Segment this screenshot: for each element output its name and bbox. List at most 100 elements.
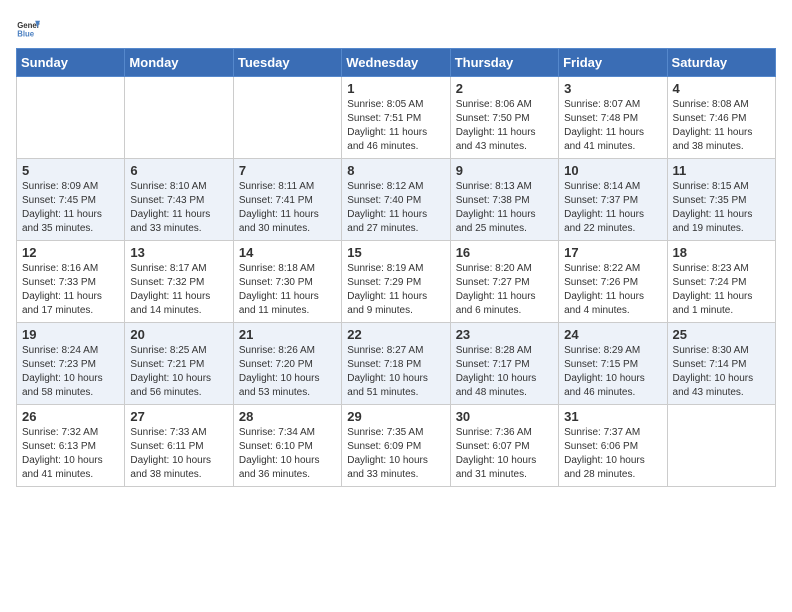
day-number: 10: [564, 163, 661, 178]
day-info: Sunrise: 7:32 AM Sunset: 6:13 PM Dayligh…: [22, 426, 119, 482]
weekday-header-monday: Monday: [125, 49, 233, 77]
day-info: Sunrise: 8:28 AM Sunset: 7:17 PM Dayligh…: [456, 344, 553, 400]
day-info: Sunrise: 8:24 AM Sunset: 7:23 PM Dayligh…: [22, 344, 119, 400]
day-number: 19: [22, 327, 119, 342]
calendar-cell: 15 Sunrise: 8:19 AM Sunset: 7:29 PM Dayli…: [342, 241, 450, 323]
day-info: Sunrise: 8:18 AM Sunset: 7:30 PM Dayligh…: [239, 262, 336, 318]
calendar-cell: [667, 405, 775, 487]
day-number: 8: [347, 163, 444, 178]
day-info: Sunrise: 8:15 AM Sunset: 7:35 PM Dayligh…: [673, 180, 770, 236]
day-info: Sunrise: 8:23 AM Sunset: 7:24 PM Dayligh…: [673, 262, 770, 318]
calendar-cell: [17, 77, 125, 159]
day-number: 18: [673, 245, 770, 260]
day-info: Sunrise: 8:05 AM Sunset: 7:51 PM Dayligh…: [347, 98, 444, 154]
calendar-cell: 18 Sunrise: 8:23 AM Sunset: 7:24 PM Dayli…: [667, 241, 775, 323]
calendar-cell: 28 Sunrise: 7:34 AM Sunset: 6:10 PM Dayli…: [233, 405, 341, 487]
calendar-cell: 3 Sunrise: 8:07 AM Sunset: 7:48 PM Daylig…: [559, 77, 667, 159]
day-number: 21: [239, 327, 336, 342]
day-info: Sunrise: 8:30 AM Sunset: 7:14 PM Dayligh…: [673, 344, 770, 400]
weekday-header-wednesday: Wednesday: [342, 49, 450, 77]
day-number: 23: [456, 327, 553, 342]
day-number: 22: [347, 327, 444, 342]
day-number: 3: [564, 81, 661, 96]
day-info: Sunrise: 8:22 AM Sunset: 7:26 PM Dayligh…: [564, 262, 661, 318]
calendar-cell: 4 Sunrise: 8:08 AM Sunset: 7:46 PM Daylig…: [667, 77, 775, 159]
calendar-cell: 26Sunrise: 7:32 AM Sunset: 6:13 PM Dayli…: [17, 405, 125, 487]
day-number: 1: [347, 81, 444, 96]
day-number: 29: [347, 409, 444, 424]
day-info: Sunrise: 8:20 AM Sunset: 7:27 PM Dayligh…: [456, 262, 553, 318]
day-number: 9: [456, 163, 553, 178]
weekday-header-saturday: Saturday: [667, 49, 775, 77]
day-info: Sunrise: 8:27 AM Sunset: 7:18 PM Dayligh…: [347, 344, 444, 400]
day-info: Sunrise: 8:10 AM Sunset: 7:43 PM Dayligh…: [130, 180, 227, 236]
day-number: 12: [22, 245, 119, 260]
day-number: 20: [130, 327, 227, 342]
calendar-cell: 11 Sunrise: 8:15 AM Sunset: 7:35 PM Dayli…: [667, 159, 775, 241]
logo-icon: General Blue: [16, 16, 40, 40]
day-info: Sunrise: 7:35 AM Sunset: 6:09 PM Dayligh…: [347, 426, 444, 482]
day-number: 15: [347, 245, 444, 260]
calendar-cell: 31 Sunrise: 7:37 AM Sunset: 6:06 PM Dayli…: [559, 405, 667, 487]
weekday-header-sunday: Sunday: [17, 49, 125, 77]
day-info: Sunrise: 8:29 AM Sunset: 7:15 PM Dayligh…: [564, 344, 661, 400]
calendar-cell: 2 Sunrise: 8:06 AM Sunset: 7:50 PM Daylig…: [450, 77, 558, 159]
day-info: Sunrise: 8:26 AM Sunset: 7:20 PM Dayligh…: [239, 344, 336, 400]
day-info: Sunrise: 8:19 AM Sunset: 7:29 PM Dayligh…: [347, 262, 444, 318]
calendar-cell: 30 Sunrise: 7:36 AM Sunset: 6:07 PM Dayli…: [450, 405, 558, 487]
day-number: 14: [239, 245, 336, 260]
day-number: 2: [456, 81, 553, 96]
day-number: 16: [456, 245, 553, 260]
calendar-week-row: 26Sunrise: 7:32 AM Sunset: 6:13 PM Dayli…: [17, 405, 776, 487]
day-number: 11: [673, 163, 770, 178]
day-info: Sunrise: 8:11 AM Sunset: 7:41 PM Dayligh…: [239, 180, 336, 236]
day-info: Sunrise: 8:12 AM Sunset: 7:40 PM Dayligh…: [347, 180, 444, 236]
calendar-cell: 20 Sunrise: 8:25 AM Sunset: 7:21 PM Dayli…: [125, 323, 233, 405]
day-info: Sunrise: 7:36 AM Sunset: 6:07 PM Dayligh…: [456, 426, 553, 482]
day-info: Sunrise: 7:33 AM Sunset: 6:11 PM Dayligh…: [130, 426, 227, 482]
day-number: 5: [22, 163, 119, 178]
calendar-cell: 17 Sunrise: 8:22 AM Sunset: 7:26 PM Dayli…: [559, 241, 667, 323]
calendar-cell: 5 Sunrise: 8:09 AM Sunset: 7:45 PM Daylig…: [17, 159, 125, 241]
calendar-cell: 25 Sunrise: 8:30 AM Sunset: 7:14 PM Dayli…: [667, 323, 775, 405]
day-info: Sunrise: 8:13 AM Sunset: 7:38 PM Dayligh…: [456, 180, 553, 236]
weekday-header-row: SundayMondayTuesdayWednesdayThursdayFrid…: [17, 49, 776, 77]
calendar-week-row: 19 Sunrise: 8:24 AM Sunset: 7:23 PM Dayli…: [17, 323, 776, 405]
day-number: 27: [130, 409, 227, 424]
day-number: 30: [456, 409, 553, 424]
day-info: Sunrise: 7:37 AM Sunset: 6:06 PM Dayligh…: [564, 426, 661, 482]
calendar-cell: 12 Sunrise: 8:16 AM Sunset: 7:33 PM Dayli…: [17, 241, 125, 323]
calendar-week-row: 5 Sunrise: 8:09 AM Sunset: 7:45 PM Daylig…: [17, 159, 776, 241]
calendar-week-row: 1 Sunrise: 8:05 AM Sunset: 7:51 PM Daylig…: [17, 77, 776, 159]
calendar-cell: 29 Sunrise: 7:35 AM Sunset: 6:09 PM Dayli…: [342, 405, 450, 487]
day-info: Sunrise: 8:25 AM Sunset: 7:21 PM Dayligh…: [130, 344, 227, 400]
day-info: Sunrise: 8:17 AM Sunset: 7:32 PM Dayligh…: [130, 262, 227, 318]
day-info: Sunrise: 8:07 AM Sunset: 7:48 PM Dayligh…: [564, 98, 661, 154]
day-number: 25: [673, 327, 770, 342]
day-number: 31: [564, 409, 661, 424]
calendar-cell: 6 Sunrise: 8:10 AM Sunset: 7:43 PM Daylig…: [125, 159, 233, 241]
calendar-week-row: 12 Sunrise: 8:16 AM Sunset: 7:33 PM Dayli…: [17, 241, 776, 323]
logo: General Blue: [16, 16, 40, 40]
day-info: Sunrise: 8:06 AM Sunset: 7:50 PM Dayligh…: [456, 98, 553, 154]
calendar-cell: 1 Sunrise: 8:05 AM Sunset: 7:51 PM Daylig…: [342, 77, 450, 159]
calendar-cell: 23 Sunrise: 8:28 AM Sunset: 7:17 PM Dayli…: [450, 323, 558, 405]
calendar-table: SundayMondayTuesdayWednesdayThursdayFrid…: [16, 48, 776, 487]
day-info: Sunrise: 8:14 AM Sunset: 7:37 PM Dayligh…: [564, 180, 661, 236]
weekday-header-tuesday: Tuesday: [233, 49, 341, 77]
calendar-cell: 10 Sunrise: 8:14 AM Sunset: 7:37 PM Dayli…: [559, 159, 667, 241]
day-info: Sunrise: 8:09 AM Sunset: 7:45 PM Dayligh…: [22, 180, 119, 236]
calendar-cell: 8 Sunrise: 8:12 AM Sunset: 7:40 PM Daylig…: [342, 159, 450, 241]
day-number: 6: [130, 163, 227, 178]
day-info: Sunrise: 7:34 AM Sunset: 6:10 PM Dayligh…: [239, 426, 336, 482]
calendar-cell: 13Sunrise: 8:17 AM Sunset: 7:32 PM Dayli…: [125, 241, 233, 323]
day-number: 17: [564, 245, 661, 260]
svg-text:Blue: Blue: [17, 29, 35, 38]
header: General Blue: [16, 16, 776, 40]
calendar-cell: 7Sunrise: 8:11 AM Sunset: 7:41 PM Daylig…: [233, 159, 341, 241]
day-number: 28: [239, 409, 336, 424]
calendar-cell: 14 Sunrise: 8:18 AM Sunset: 7:30 PM Dayli…: [233, 241, 341, 323]
day-info: Sunrise: 8:08 AM Sunset: 7:46 PM Dayligh…: [673, 98, 770, 154]
day-number: 4: [673, 81, 770, 96]
day-info: Sunrise: 8:16 AM Sunset: 7:33 PM Dayligh…: [22, 262, 119, 318]
